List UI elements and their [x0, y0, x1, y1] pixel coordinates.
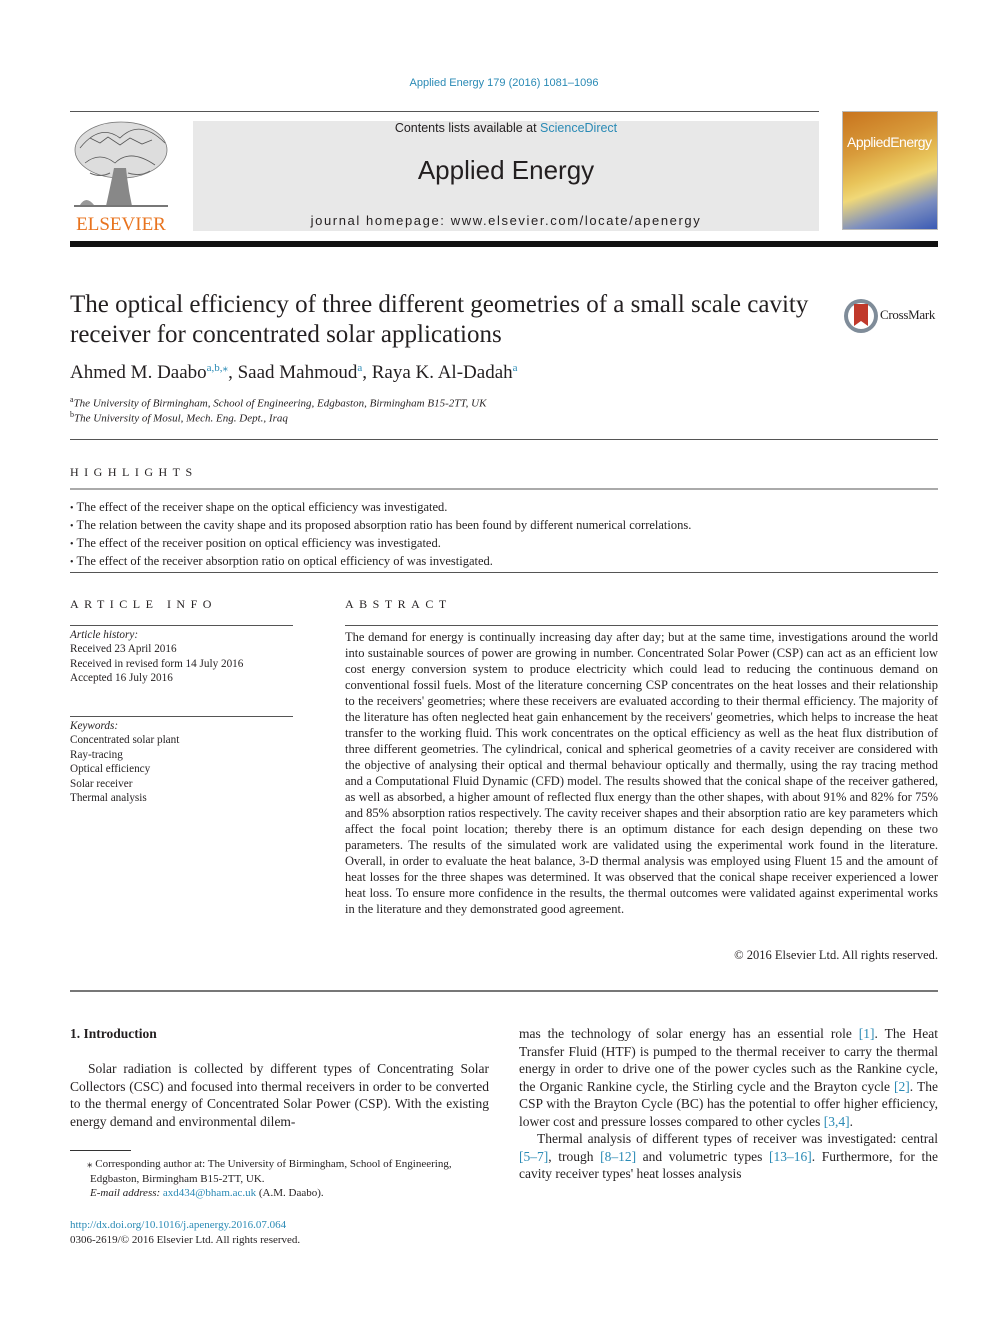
sciencedirect-link[interactable]: ScienceDirect — [540, 121, 617, 135]
body-text: Thermal analysis of different types of r… — [537, 1131, 938, 1146]
author-name[interactable]: Raya K. Al-Dadah — [372, 362, 513, 383]
keyword: Optical efficiency — [70, 763, 151, 776]
highlight-item: The effect of the receiver absorption ra… — [70, 553, 938, 571]
journal-cover-thumbnail[interactable]: AppliedEnergy — [842, 111, 938, 230]
crossmark-button[interactable] — [843, 298, 879, 334]
abstract-text: The demand for energy is continually inc… — [345, 630, 938, 916]
article-title: The optical efficiency of three differen… — [70, 291, 809, 348]
highlight-item: The effect of the receiver position on o… — [70, 535, 938, 553]
header-bottom-rule — [70, 241, 938, 247]
section-heading-introduction: 1. Introduction — [70, 1026, 157, 1041]
highlight-item: The relation between the cavity shape an… — [70, 517, 938, 535]
divider — [70, 572, 938, 573]
citation-link[interactable]: [13–16] — [769, 1149, 812, 1164]
keywords: Keywords: Concentrated solar plant Ray-t… — [70, 719, 179, 805]
keyword: Ray-tracing — [70, 748, 123, 761]
divider — [70, 625, 293, 626]
citation-link[interactable]: [8–12] — [600, 1149, 636, 1164]
intro-paragraph: Thermal analysis of different types of r… — [519, 1130, 938, 1183]
footnote-rule — [70, 1150, 131, 1151]
divider — [70, 990, 938, 992]
citation-link[interactable]: [1] — [859, 1026, 875, 1041]
author-affiliation-mark[interactable]: a,b,⁎ — [207, 362, 228, 374]
citation-link[interactable]: [2] — [894, 1079, 910, 1094]
highlights-heading: HIGHLIGHTS — [70, 465, 198, 479]
affiliation-a: aThe University of Birmingham, School of… — [70, 395, 487, 410]
keyword: Thermal analysis — [70, 792, 147, 805]
body-text: and volumetric types — [636, 1148, 769, 1164]
highlights-list: The effect of the receiver shape on the … — [70, 499, 938, 571]
journal-citation-link[interactable]: Applied Energy 179 (2016) 1081–1096 — [0, 77, 992, 89]
abstract-heading: ABSTRACT — [345, 597, 452, 611]
intro-paragraph-left: Solar radiation is collected by differen… — [70, 1061, 489, 1129]
divider — [70, 439, 938, 440]
abstract-copyright: © 2016 Elsevier Ltd. All rights reserved… — [734, 948, 938, 962]
footnote-corresponding: ⁎ Corresponding author at: The Universit… — [70, 1157, 489, 1201]
keyword: Solar receiver — [70, 777, 133, 790]
journal-name: Applied Energy — [417, 155, 595, 185]
keywords-label: Keywords: — [70, 720, 119, 732]
author-name[interactable]: Saad Mahmoud — [238, 362, 358, 383]
history-received: Received 23 April 2016 — [70, 643, 177, 656]
divider — [345, 625, 938, 626]
crossmark-label[interactable]: CrossMark — [880, 307, 935, 323]
citation-link[interactable]: [3,4] — [824, 1114, 850, 1129]
intro-paragraph: mas the technology of solar energy has a… — [519, 1025, 938, 1130]
history-revised: Received in revised form 14 July 2016 — [70, 657, 244, 670]
highlight-item: The effect of the receiver shape on the … — [70, 499, 938, 517]
crossmark-icon — [844, 299, 878, 333]
issn-copyright: 0306-2619/© 2016 Elsevier Ltd. All right… — [70, 1233, 301, 1246]
affiliation-b: bThe University of Mosul, Mech. Eng. Dep… — [70, 410, 288, 425]
history-label: Article history: — [70, 629, 139, 641]
elsevier-logo[interactable]: ELSEVIER — [70, 118, 172, 235]
author-affiliation-mark[interactable]: a — [513, 362, 518, 374]
author-list: Ahmed M. Daaboa,b,⁎, Saad Mahmouda, Raya… — [70, 362, 518, 383]
svg-text:ELSEVIER: ELSEVIER — [76, 214, 166, 232]
doi-link[interactable]: http://dx.doi.org/10.1016/j.apenergy.201… — [70, 1218, 300, 1233]
email-link[interactable]: axd434@bham.ac.uk — [163, 1187, 256, 1199]
footnote-mark: ⁎ — [87, 1158, 93, 1170]
footnote-email: E-mail address: axd434@bham.ac.uk (A.M. … — [90, 1187, 324, 1199]
body-text: . — [849, 1113, 854, 1129]
author-name[interactable]: Ahmed M. Daabo — [70, 362, 207, 383]
body-text: , trough — [548, 1148, 601, 1164]
contents-line: Contents lists available at ScienceDirec… — [193, 121, 819, 135]
intro-column-right: mas the technology of solar energy has a… — [519, 1025, 938, 1183]
journal-homepage-link[interactable]: journal homepage: www.elsevier.com/locat… — [193, 213, 819, 228]
article-history: Article history: Received 23 April 2016 … — [70, 628, 243, 686]
author-affiliation-mark[interactable]: a — [357, 362, 362, 374]
header-top-rule — [70, 111, 819, 112]
body-text: mas the technology of solar energy has a… — [519, 1026, 859, 1041]
citation-link[interactable]: [5–7] — [519, 1149, 548, 1164]
doi-block: http://dx.doi.org/10.1016/j.apenergy.201… — [70, 1218, 300, 1247]
article-info-heading: ARTICLE INFO — [70, 597, 217, 611]
keyword: Concentrated solar plant — [70, 734, 180, 747]
history-accepted: Accepted 16 July 2016 — [70, 672, 173, 685]
elsevier-tree-icon: ELSEVIER — [74, 121, 168, 235]
divider — [70, 716, 293, 717]
contents-prefix: Contents lists available at — [394, 121, 541, 135]
divider — [70, 488, 938, 490]
cover-title: AppliedEnergy — [847, 134, 932, 150]
